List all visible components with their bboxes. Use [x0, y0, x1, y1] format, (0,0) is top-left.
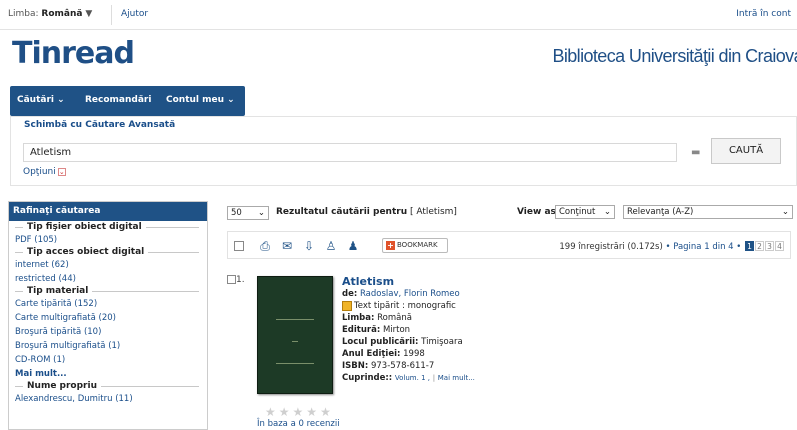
chevron-down-icon: ⌄ — [227, 95, 235, 105]
facet-link[interactable]: Broşură multigrafiată (1) — [15, 341, 199, 352]
select-all-checkbox[interactable] — [234, 241, 244, 251]
refine-title: Rafinaţi căutarea — [9, 202, 207, 221]
results-panel: 50 ⌄ Rezultatul căutării pentru [ Atleti… — [219, 201, 795, 430]
facet-link[interactable]: internet (62) — [15, 260, 199, 271]
help-link[interactable]: Ajutor — [121, 9, 148, 19]
expand-icon: ⌄ — [57, 167, 66, 176]
star-icon[interactable]: ★ — [320, 405, 334, 419]
sort-select[interactable]: Relevanţa (A-Z) ⌄ — [623, 205, 793, 219]
facet-link[interactable]: Carte multigrafiată (20) — [15, 313, 199, 324]
facet-group: Tip material Carte tipărită (152) Carte … — [15, 286, 199, 380]
record-details: Atletism de: Radoslav, Florin Romeo Text… — [342, 275, 602, 384]
more-facets-link[interactable]: Mai mult... — [15, 369, 199, 380]
print-icon[interactable]: ▬ — [691, 147, 703, 158]
record-contents: Cuprinde:: Volum. 1 , | Mai mult... — [342, 373, 475, 383]
chevron-down-icon: ⌄ — [257, 208, 265, 218]
record-title[interactable]: Atletism — [342, 275, 394, 288]
library-name: Biblioteca Universităţii din Craiova — [552, 46, 797, 66]
view-as-label: View as — [517, 207, 556, 217]
language-value: Română — [41, 9, 83, 19]
search-panel: Schimbă cu Căutare Avansată Atletism ▬ C… — [10, 116, 797, 186]
facet-link[interactable]: Broşură tipărită (10) — [15, 327, 199, 338]
page-button[interactable]: 4 — [775, 241, 784, 251]
page-button[interactable]: 1 — [745, 241, 754, 251]
facet-link[interactable]: restricted (44) — [15, 274, 199, 285]
plus-icon: + — [386, 241, 395, 250]
record-author: de: Radoslav, Florin Romeo — [342, 289, 460, 299]
user-add-icon[interactable]: ♙ — [324, 239, 338, 253]
search-options-toggle[interactable]: Opţiuni ⌄ — [23, 167, 66, 177]
advanced-search-link[interactable]: Schimbă cu Căutare Avansată — [24, 120, 175, 130]
top-bar: Limba: Română ▼ Ajutor Intră în cont — [0, 0, 797, 30]
search-button[interactable]: CAUTĂ — [711, 138, 781, 164]
per-page-select[interactable]: 50 ⌄ — [227, 206, 269, 220]
nav-recomandari[interactable]: Recomandări — [85, 95, 151, 105]
chevron-down-icon: ⌄ — [57, 95, 65, 105]
record-checkbox[interactable] — [227, 275, 236, 284]
page-button[interactable]: 2 — [755, 241, 764, 251]
nav-contul-meu[interactable]: Contul meu ⌄ — [166, 95, 235, 105]
export-icon[interactable]: ⇩ — [302, 239, 316, 253]
page-button[interactable]: 3 — [765, 241, 774, 251]
record-publisher: Editură: Mirton — [342, 325, 411, 335]
volume-link[interactable]: Volum. 1 , — [395, 374, 430, 382]
results-count: 199 înregistrări (0.172s) • Pagina 1 din… — [559, 241, 784, 252]
record-year: Anul Ediţiei: 1998 — [342, 349, 425, 359]
facet-title: Tip acces obiect digital — [23, 247, 149, 257]
record-isbn: ISBN: 973-578-611-7 — [342, 361, 435, 371]
reviews-link[interactable]: În baza a 0 recenzii — [257, 419, 340, 429]
facet-link[interactable]: CD-ROM (1) — [15, 355, 199, 366]
tinread-logo[interactable]: Tinread — [12, 36, 135, 71]
chevron-down-icon: ▼ — [85, 9, 93, 19]
facet-link[interactable]: Carte tipărită (152) — [15, 299, 199, 310]
refine-panel: Rafinaţi căutarea Tip fişier obiect digi… — [8, 201, 208, 430]
nav-cautari[interactable]: Căutări ⌄ — [17, 95, 65, 105]
facet-link[interactable]: Alexandrescu, Dumitru (11) — [15, 394, 199, 405]
book-icon — [342, 300, 352, 311]
view-as-select[interactable]: Conţinut ⌄ — [555, 205, 615, 219]
rating-stars[interactable]: ★★★★★ — [265, 405, 334, 419]
more-link[interactable]: Mai mult... — [438, 374, 475, 382]
results-heading: Rezultatul căutării pentru [ Atletism] — [276, 207, 457, 217]
star-icon[interactable]: ★ — [293, 405, 307, 419]
chevron-down-icon: ⌄ — [603, 207, 611, 217]
facet-group: Tip fişier obiect digital PDF (105) — [15, 222, 199, 246]
record-language: Limba: Română — [342, 313, 412, 323]
facet-title: Tip fişier obiect digital — [23, 222, 146, 232]
facet-title: Tip material — [23, 286, 93, 296]
user-remove-icon[interactable]: ♟ — [346, 239, 360, 253]
book-cover[interactable] — [257, 276, 333, 394]
print-icon[interactable]: ⎙ — [258, 239, 272, 253]
main-nav: Căutări ⌄ Recomandări Contul meu ⌄ — [10, 86, 245, 116]
chevron-down-icon: ⌄ — [781, 207, 789, 217]
divider — [111, 5, 112, 25]
facet-group: Tip acces obiect digital internet (62) r… — [15, 247, 199, 285]
search-term: [ Atletism] — [409, 207, 457, 217]
email-icon[interactable]: ✉ — [280, 239, 294, 253]
record-select[interactable]: 1. — [227, 275, 245, 285]
search-input[interactable]: Atletism — [23, 143, 677, 162]
star-icon[interactable]: ★ — [279, 405, 293, 419]
record-place: Locul publicării: Timişoara — [342, 337, 463, 347]
star-icon[interactable]: ★ — [265, 405, 279, 419]
facet-link[interactable]: PDF (105) — [15, 235, 199, 246]
facet-group: Nume propriu Alexandrescu, Dumitru (11) — [15, 381, 199, 405]
star-icon[interactable]: ★ — [306, 405, 320, 419]
record-type: Text tipărit : monografic — [342, 300, 602, 312]
language-selector[interactable]: Limba: Română ▼ — [8, 9, 92, 19]
login-link[interactable]: Intră în cont — [736, 9, 791, 19]
facet-title: Nume propriu — [23, 381, 101, 391]
results-toolbar: ⎙ ✉ ⇩ ♙ ♟ + BOOKMARK 199 înregistrări (0.… — [227, 231, 791, 259]
bookmark-button[interactable]: + BOOKMARK — [382, 238, 448, 253]
